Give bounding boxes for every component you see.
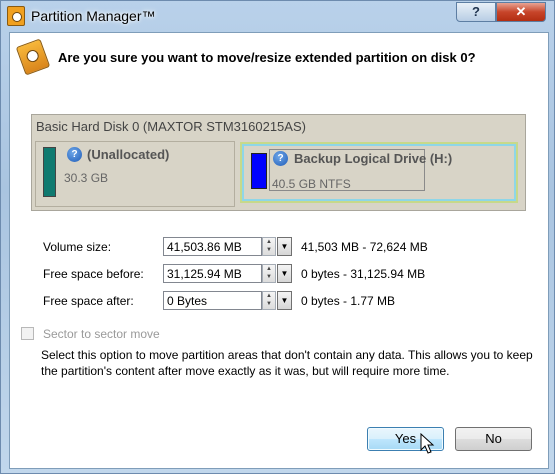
free-space-after-spinner[interactable]: ▲ ▼	[262, 291, 276, 310]
free-space-after-input[interactable]: 0 Bytes	[163, 291, 262, 310]
volume-size-range: 41,503 MB - 72,624 MB	[301, 240, 428, 254]
partition-manager-icon	[15, 38, 51, 76]
volume-size-spinner[interactable]: ▲ ▼	[262, 237, 276, 256]
partition-size: 40.5 GB NTFS	[272, 177, 351, 191]
volume-size-row: Volume size: 41,503.86 MB ▲ ▼ ▼ 41,503 MB…	[42, 237, 532, 257]
help-button[interactable]: ?	[456, 2, 496, 22]
volume-size-input[interactable]: 41,503.86 MB	[163, 237, 262, 256]
sector-move-label: Sector to sector move	[43, 327, 160, 341]
mouse-pointer-icon	[420, 433, 435, 454]
confirmation-question: Are you sure you want to move/resize ext…	[58, 50, 476, 65]
help-info-icon[interactable]: ?	[273, 151, 288, 166]
free-space-after-row: Free space after: 0 Bytes ▲ ▼ ▼ 0 bytes -…	[42, 291, 532, 311]
disk-title: Basic Hard Disk 0 (MAXTOR STM3160215AS)	[36, 119, 306, 134]
free-space-after-unit-dropdown[interactable]: ▼	[277, 291, 292, 310]
free-space-before-range: 0 bytes - 31,125.94 MB	[301, 267, 426, 281]
partition-name: Backup Logical Drive (H:)	[294, 151, 453, 166]
dialog-body: Are you sure you want to move/resize ext…	[9, 32, 549, 469]
free-space-before-row: Free space before: 31,125.94 MB ▲ ▼ ▼ 0 b…	[42, 264, 532, 284]
free-space-before-spinner[interactable]: ▲ ▼	[262, 264, 276, 283]
help-info-icon[interactable]: ?	[67, 147, 82, 162]
title-bar[interactable]: Partition Manager™ ? ✕	[1, 1, 554, 33]
partition-name: (Unallocated)	[87, 147, 170, 162]
free-space-after-range: 0 bytes - 1.77 MB	[301, 294, 396, 308]
no-button[interactable]: No	[455, 427, 532, 451]
free-space-before-unit-dropdown[interactable]: ▼	[277, 264, 292, 283]
close-button[interactable]: ✕	[496, 2, 546, 22]
disk-map: Basic Hard Disk 0 (MAXTOR STM3160215AS) …	[31, 114, 526, 211]
partition-size: 30.3 GB	[64, 171, 109, 185]
partition-color-bar	[43, 147, 56, 197]
window-title: Partition Manager™	[31, 8, 156, 24]
partition-backup-logical-drive[interactable]: ? Backup Logical Drive (H:) 40.5 GB NTFS	[240, 142, 518, 203]
partition-unallocated[interactable]: ? (Unallocated) 30.3 GB	[35, 141, 235, 207]
free-space-after-label: Free space after:	[43, 294, 134, 308]
sector-move-description: Select this option to move partition are…	[41, 348, 533, 378]
volume-size-unit-dropdown[interactable]: ▼	[277, 237, 292, 256]
dialog-window: Partition Manager™ ? ✕ Are you sure you …	[0, 0, 555, 474]
volume-size-label: Volume size:	[43, 240, 112, 254]
sector-move-checkbox[interactable]	[21, 327, 34, 340]
partition-color-bar	[251, 153, 267, 189]
free-space-before-input[interactable]: 31,125.94 MB	[163, 264, 262, 283]
free-space-before-label: Free space before:	[43, 267, 144, 281]
partition-manager-icon	[7, 6, 25, 26]
